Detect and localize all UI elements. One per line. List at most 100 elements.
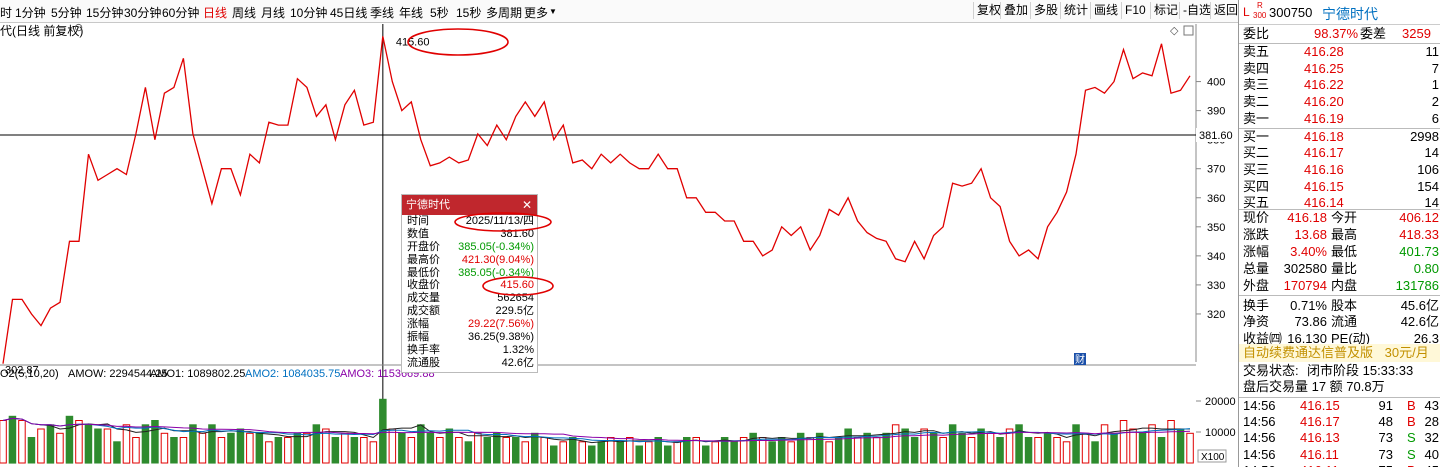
stat-label: 量比 — [1331, 260, 1358, 276]
stat-value: 302580 — [1283, 260, 1327, 276]
level-label: 卖四 — [1243, 60, 1270, 76]
after-hours-row: 盘后交易量 17 额 70.8万 — [1239, 379, 1440, 396]
tooltip-row-key: 涨幅 — [407, 318, 429, 331]
bid-row[interactable]: 买一 416.18 2998 — [1239, 129, 1440, 146]
tick-price: 416.11 — [1300, 446, 1339, 462]
amo-bar — [1100, 424, 1109, 464]
ask-row[interactable]: 卖四 416.25 7 — [1239, 61, 1440, 78]
price-tick-label: 400 — [1207, 77, 1225, 89]
amo-bar — [967, 437, 976, 464]
amo-bar — [493, 432, 501, 464]
tooltip-row-value: 385.05(-0.34%) — [458, 266, 534, 279]
amo-bar — [796, 432, 805, 464]
tick-time: 14:56 — [1243, 463, 1276, 467]
tick-volume: 73 — [1378, 430, 1393, 446]
stat-value: 0.71% — [1290, 297, 1327, 313]
amo-bar — [350, 437, 359, 464]
tick-volume: 48 — [1378, 414, 1393, 430]
amo-bar — [958, 432, 966, 464]
level-label: 卖三 — [1243, 77, 1270, 93]
bid-row[interactable]: 买二 416.17 14 — [1239, 145, 1440, 162]
tick-price: 416.13 — [1300, 430, 1340, 446]
divider — [1239, 209, 1440, 210]
stat-value: 406.12 — [1399, 210, 1439, 225]
ask-row[interactable]: 卖三 416.22 1 — [1239, 77, 1440, 94]
amo-bar — [1176, 428, 1185, 464]
tooltip-row: 数值 381.60 — [402, 228, 537, 241]
amo-bar — [483, 437, 491, 464]
tooltip-row-value: 229.5亿 — [495, 305, 534, 318]
bid-row[interactable]: 买三 416.16 106 — [1239, 162, 1440, 179]
amo-bar — [1062, 441, 1071, 464]
tooltip-row: 振幅 36.25(9.38%) — [402, 331, 537, 344]
level-volume: 11 — [1425, 44, 1440, 59]
tooltip-row-key: 流通股 — [407, 356, 440, 369]
tooltip-row-value: 29.22(7.56%) — [467, 318, 534, 331]
amo-bar — [160, 432, 169, 464]
stat-value: 13.68 — [1294, 226, 1327, 242]
close-icon[interactable]: ✕ — [522, 195, 532, 215]
tooltip-row-value: 421.30(9.04%) — [461, 253, 534, 266]
price-chart[interactable]: 400390380370360350340330320 381.60 415.6… — [0, 0, 1238, 467]
stock-name[interactable]: 宁德时代 — [1322, 4, 1378, 24]
level-label: 买一 — [1243, 128, 1270, 144]
tooltip-row-key: 换手率 — [407, 343, 440, 356]
level-volume: 7 — [1431, 60, 1439, 76]
window-toggle-icon[interactable] — [1183, 25, 1194, 36]
tick-side: B — [1407, 414, 1416, 430]
price-tick-label: 350 — [1207, 222, 1225, 234]
promo-banner[interactable]: 自动续费通达信普及版 30元/月 — [1239, 344, 1440, 362]
stat-row: 涨跌 13.68 最高 418.33 — [1239, 227, 1440, 244]
amo-bar — [464, 441, 473, 464]
level-price: 416.16 — [1304, 161, 1344, 177]
amo2-label: AMO2: 1084035.75 — [245, 368, 341, 380]
tooltip-row: 开盘价 385.05(-0.34%) — [402, 241, 537, 254]
amo-bar — [407, 437, 416, 464]
tick-time: 14:56 — [1243, 430, 1276, 446]
amo-bar — [141, 424, 150, 464]
amo-bar — [341, 432, 349, 464]
amo-bar — [844, 428, 852, 464]
bid-row[interactable]: 买四 416.15 154 — [1239, 179, 1440, 196]
amo-bar — [597, 441, 605, 464]
level-price: 416.15 — [1304, 178, 1344, 194]
stat-value: 170794 — [1283, 277, 1327, 293]
stat-value: 73.86 — [1294, 314, 1327, 330]
trade-status-value: 闭市阶段 15:33:33 — [1307, 363, 1414, 378]
amo-bar — [1024, 437, 1033, 464]
stat-value: 0.80 — [1413, 260, 1439, 276]
amo-bar — [56, 432, 64, 464]
amo-bar — [853, 437, 862, 464]
weibi-label: 委比 — [1243, 26, 1270, 41]
tooltip-row: 流通股 42.6亿 — [402, 357, 537, 370]
amo-bar — [872, 437, 881, 464]
stat-row: 外盘 170794 内盘 131786 — [1239, 277, 1440, 296]
amo-bar — [312, 424, 321, 464]
stat-value: 401.73 — [1399, 243, 1439, 259]
tooltip-row-value: 1.32% — [502, 343, 534, 356]
level-label: 买二 — [1243, 145, 1270, 161]
tooltip-panel: 宁德时代 ✕ 时间 2025/11/13/四 数值 381.60 开盘价 385.05(-… — [401, 194, 538, 373]
amo-tick-label: 10000 — [1205, 427, 1236, 439]
tick-price: 416.17 — [1300, 414, 1340, 430]
ask-row[interactable]: 卖一 416.19 6 — [1239, 110, 1440, 129]
amo-bar — [227, 432, 235, 464]
stat-value: 3.40% — [1290, 243, 1327, 259]
level-price: 416.19 — [1304, 110, 1344, 126]
amo-bar — [711, 441, 719, 464]
tick-volume: 75 — [1379, 463, 1393, 467]
tick-count: 45 — [1425, 463, 1439, 467]
stat-label: 今开 — [1331, 210, 1358, 225]
amo-bar — [1110, 432, 1118, 464]
diamond-icon[interactable]: ◇ — [1170, 25, 1179, 37]
amo-bar — [1129, 428, 1137, 464]
tooltip-row-value: 2025/11/13/四 — [465, 215, 534, 227]
ask-row[interactable]: 卖二 416.20 2 — [1239, 94, 1440, 111]
tooltip-row: 时间 2025/11/13/四 — [402, 215, 537, 228]
stat-label: 涨跌 — [1243, 226, 1270, 242]
ask-row[interactable]: 卖五 416.28 11 — [1239, 44, 1440, 61]
tick-side: B — [1407, 398, 1416, 413]
tooltip-row-key: 成交额 — [407, 305, 440, 318]
high-price-label: 415.60 — [396, 36, 430, 48]
scale-label: X100 — [1201, 452, 1225, 463]
